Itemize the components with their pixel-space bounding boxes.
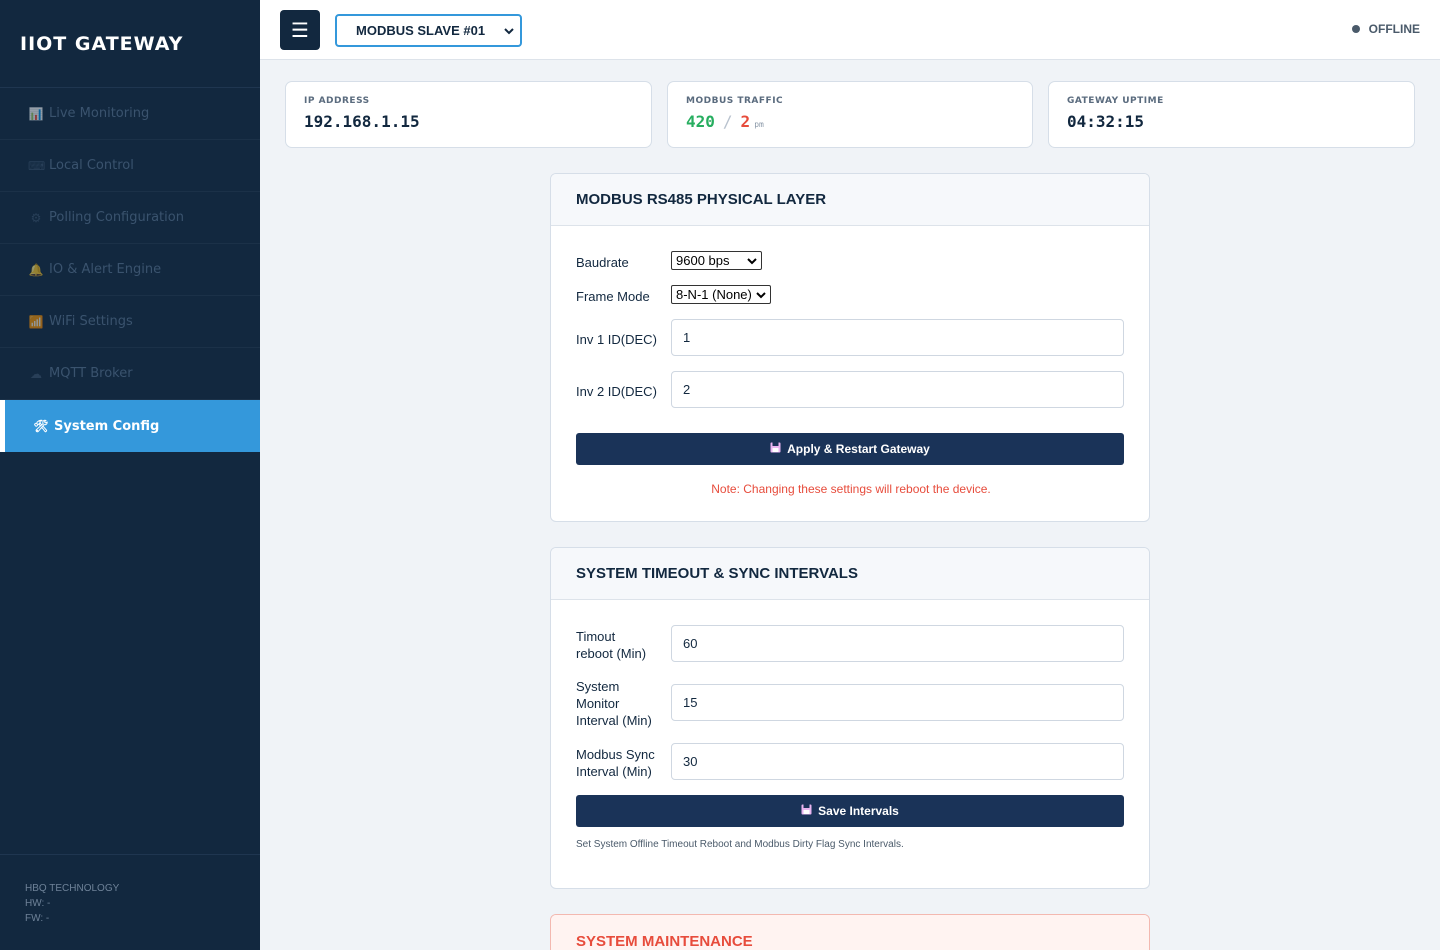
label-line: System [576,679,620,694]
timeout-reboot-input[interactable]: 60 [671,625,1124,662]
baudrate-select[interactable]: 9600 bps [671,251,762,270]
sidebar: IIOT GATEWAY 📊 Live Monitoring ⌨ Local C… [0,0,260,950]
sidebar-item-local-control[interactable]: ⌨ Local Control [0,140,260,192]
inv2-id-input[interactable]: 2 [671,371,1124,408]
timeout-reboot-label: Timout reboot (Min) [576,628,646,662]
hw-version: HW: - [25,898,51,909]
stat-label: GATEWAY UPTIME [1067,96,1164,106]
label-line: Monitor [576,696,620,711]
wifi-icon: 📶 [28,314,44,329]
reboot-note: Note: Changing these settings will reboo… [711,482,991,496]
slave-select[interactable]: MODBUS SLAVE #01 [335,14,522,47]
hamburger-icon: ☰ [291,18,309,42]
baudrate-value: 9600 bps [676,253,730,268]
bell-icon: 🔔 [28,262,44,277]
status-text: OFFLINE [1368,22,1420,36]
traffic-error-count: 2 [740,112,751,131]
stat-card-modbus-traffic: MODBUS TRAFFIC 420 / 2 pm [667,81,1033,148]
stat-card-gateway-uptime: GATEWAY UPTIME 04:32:15 [1048,81,1415,148]
gear-icon: ⚙ [30,210,42,225]
ip-address-value: 192.168.1.15 [304,112,420,131]
baudrate-label: Baudrate [576,255,629,270]
sidebar-item-label: Polling Configuration [49,210,184,225]
apply-restart-button[interactable]: Apply & Restart Gateway [576,433,1124,465]
save-intervals-label: Save Intervals [818,804,899,818]
card-header: SYSTEM TIMEOUT & SYNC INTERVALS [551,548,1149,600]
inv1-id-label: Inv 1 ID(DEC) [576,332,657,347]
card-header: MODBUS RS485 PHYSICAL LAYER [551,174,1149,226]
traffic-ok-count: 420 [686,112,715,131]
cloud-icon: ☁ [30,366,42,381]
stat-label: MODBUS TRAFFIC [686,96,784,106]
inv2-id-label: Inv 2 ID(DEC) [576,384,657,399]
sidebar-footer: HBQ TECHNOLOGY HW: - FW: - [0,854,260,950]
floppy-disk-icon [801,804,812,818]
card-title: MODBUS RS485 PHYSICAL LAYER [576,191,827,208]
intervals-note: Set System Offline Timeout Reboot and Mo… [576,839,904,850]
monitor-interval-label: System Monitor Interval (Min) [576,678,652,729]
uptime-value: 04:32:15 [1067,112,1145,131]
status-dot-icon [1351,25,1360,33]
connection-status: OFFLINE [1351,22,1420,36]
company-name: HBQ TECHNOLOGY [25,883,120,894]
sync-interval-input[interactable]: 30 [671,743,1124,780]
label-line: Modbus Sync [576,747,655,762]
sync-interval-label: Modbus Sync Interval (Min) [576,746,655,780]
floppy-disk-icon [770,442,781,456]
sidebar-item-label: IO & Alert Engine [49,262,162,277]
monitor-interval-input[interactable]: 15 [671,684,1124,721]
tools-icon: 🛠 [33,419,49,433]
fw-version: FW: - [25,913,50,924]
stat-card-ip-address: IP ADDRESS 192.168.1.15 [285,81,652,148]
maintenance-card: SYSTEM MAINTENANCE [550,914,1150,950]
frame-mode-value: 8-N-1 (None) [676,287,752,302]
label-line: Timout [576,629,616,644]
traffic-separator: / [722,112,733,131]
save-intervals-button[interactable]: Save Intervals [576,795,1124,827]
label-line: Interval (Min) [576,713,652,728]
apply-restart-label: Apply & Restart Gateway [787,442,930,456]
chart-icon: 📊 [28,106,44,121]
inv1-id-input[interactable]: 1 [671,319,1124,356]
keyboard-icon: ⌨ [28,158,46,173]
card-title: SYSTEM MAINTENANCE [576,932,753,950]
sidebar-item-polling-configuration[interactable]: ⚙ Polling Configuration [0,192,260,244]
label-line: Interval (Min) [576,764,652,779]
traffic-unit: pm [754,120,764,129]
top-header: ☰ MODBUS SLAVE #01 OFFLINE [260,0,1440,60]
sidebar-item-label: System Config [54,418,160,434]
slave-select-value: MODBUS SLAVE #01 [356,23,486,38]
frame-mode-label: Frame Mode [576,289,650,304]
traffic-value: 420 / 2 pm [686,112,1032,131]
sidebar-item-live-monitoring[interactable]: 📊 Live Monitoring [0,88,260,140]
label-line: reboot (Min) [576,646,647,661]
chevron-down-icon [504,24,514,41]
sidebar-item-label: MQTT Broker [49,366,133,381]
brand-title: IIOT GATEWAY [20,32,184,55]
card-title: SYSTEM TIMEOUT & SYNC INTERVALS [576,565,858,582]
sidebar-item-io-alert-engine[interactable]: 🔔 IO & Alert Engine [0,244,260,296]
brand: IIOT GATEWAY [0,0,260,88]
card-header: SYSTEM MAINTENANCE [551,915,1149,950]
sidebar-item-wifi-settings[interactable]: 📶 WiFi Settings [0,296,260,348]
stat-label: IP ADDRESS [304,96,370,106]
sidebar-item-label: Local Control [49,158,134,173]
sidebar-item-label: WiFi Settings [49,314,133,329]
rs485-card: MODBUS RS485 PHYSICAL LAYER Baudrate 960… [550,173,1150,522]
sidebar-item-mqtt-broker[interactable]: ☁ MQTT Broker [0,348,260,400]
sidebar-item-system-config[interactable]: 🛠 System Config [0,400,260,452]
chevron-down-icon [747,254,757,271]
frame-mode-select[interactable]: 8-N-1 (None) [671,285,771,304]
chevron-down-icon [756,288,766,305]
sidebar-item-label: Live Monitoring [49,106,150,121]
menu-toggle-button[interactable]: ☰ [280,10,320,50]
timeout-intervals-card: SYSTEM TIMEOUT & SYNC INTERVALS Timout r… [550,547,1150,889]
